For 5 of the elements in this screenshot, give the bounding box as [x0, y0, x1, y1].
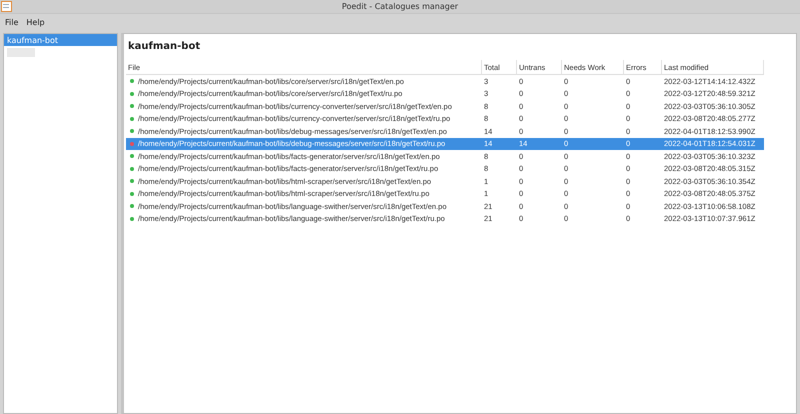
window-title: Poedit - Catalogues manager [342, 2, 458, 11]
menu-item[interactable]: File [2, 18, 22, 26]
project-title: kaufman-bot [127, 40, 202, 54]
menu-item[interactable]: Help [23, 18, 48, 26]
app-icon [1, 1, 12, 12]
